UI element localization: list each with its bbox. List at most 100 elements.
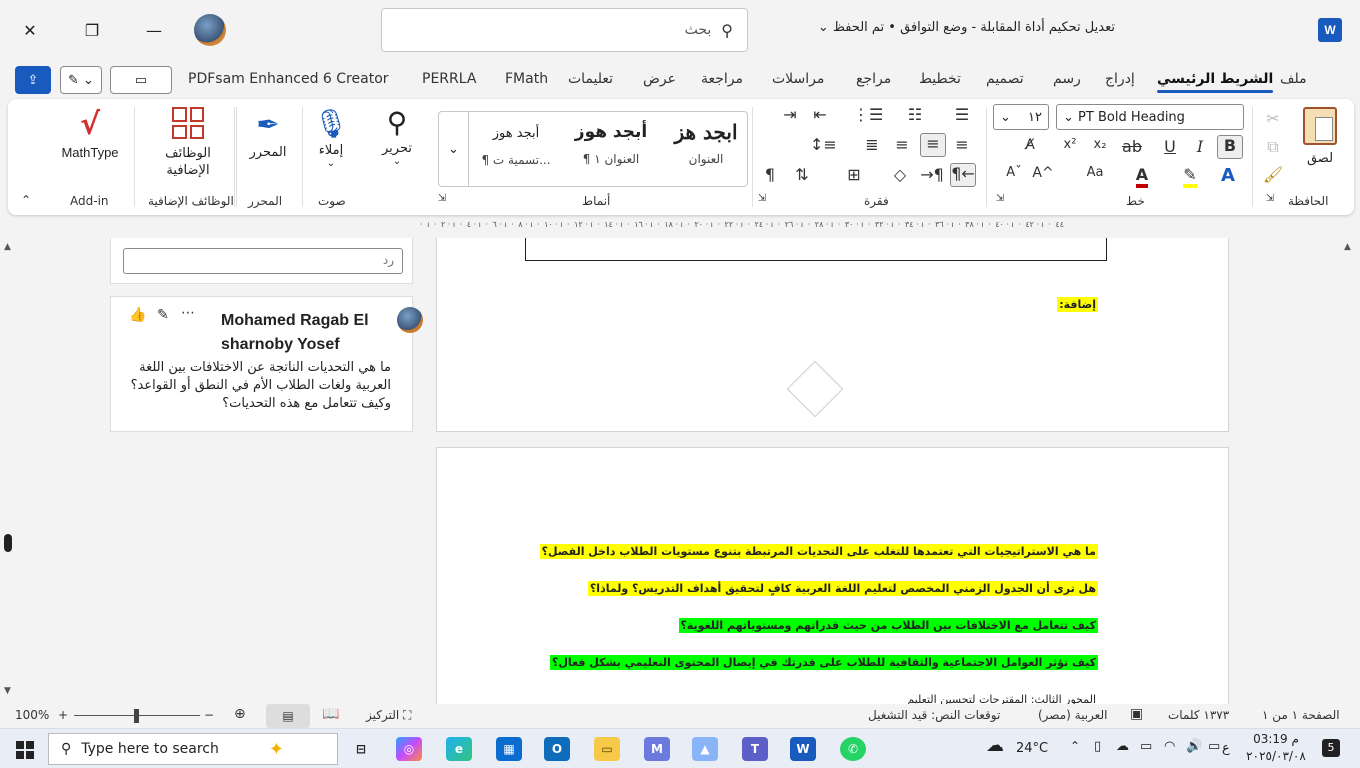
style-title[interactable]: ابجد هز العنوان (667, 120, 745, 166)
tab-layout[interactable]: تخطيط (919, 71, 961, 87)
focus-mode-button[interactable]: التركيز ⛶ (366, 708, 411, 723)
table-cell[interactable] (525, 238, 1107, 261)
scroll-up-icon[interactable]: ▲ (1344, 242, 1351, 252)
word-count[interactable]: ١٣٧٣ كلمات (1168, 708, 1229, 722)
line-spacing-icon[interactable]: ↕≡ (810, 135, 837, 154)
styles-gallery[interactable]: ابجد هز العنوان أبجد هوز ¶ العنوان ١ أبج… (438, 111, 748, 187)
question-1[interactable]: ما هي الاستراتيجيات التي تعتمدها للتغلب … (539, 544, 1098, 559)
bullets-icon[interactable]: ☰ (950, 105, 974, 124)
more-options-icon[interactable]: ⋯ (181, 305, 195, 321)
zoom-out-icon[interactable]: − (204, 708, 214, 722)
language-indicator[interactable]: العربية (مصر) (1038, 708, 1107, 722)
teams-icon[interactable]: T (742, 737, 768, 761)
bold-button[interactable]: B (1217, 135, 1243, 159)
borders-icon[interactable]: ⊞ (842, 165, 866, 184)
editing-button[interactable]: ⚲ تحرير ⌄ (372, 105, 422, 167)
question-2[interactable]: هل ترى أن الجدول الزمني المخصص لتعليم ال… (587, 581, 1098, 596)
wifi-icon[interactable]: ◠ (1164, 739, 1175, 754)
taskbar-search[interactable]: ⚲ Type here to search ✦ (48, 733, 338, 765)
dialog-launcher-icon[interactable]: ⇲ (750, 193, 774, 204)
show-formatting-icon[interactable]: ¶ (758, 165, 782, 184)
addition-heading[interactable]: إضافة: (1057, 297, 1098, 312)
grow-font-button[interactable]: A^ (1031, 165, 1055, 181)
tab-review[interactable]: مراجعة (701, 71, 743, 87)
decrease-indent-icon[interactable]: ⇤ (808, 105, 832, 124)
print-layout-icon[interactable]: ▤ (266, 704, 310, 728)
tab-references[interactable]: مراجع (856, 71, 891, 87)
tab-mailings[interactable]: مراسلات (772, 71, 824, 87)
align-left-icon[interactable]: ≡ (890, 135, 914, 154)
app-icon-2[interactable]: ▲ (692, 737, 718, 761)
change-case-button[interactable]: Aa (1083, 165, 1107, 180)
reply-input[interactable]: رد (123, 248, 403, 274)
notifications-badge[interactable]: 5 (1322, 739, 1340, 757)
align-center-icon[interactable]: ≡ (920, 133, 946, 157)
tab-perrla[interactable]: PERRLA (422, 71, 476, 87)
task-view-icon[interactable]: ⊟ (348, 737, 374, 761)
strikethrough-button[interactable]: ab (1120, 137, 1144, 156)
shading-icon[interactable]: ◇ (888, 165, 912, 184)
page-count[interactable]: الصفحة ١ من ١ (1262, 708, 1340, 722)
italic-button[interactable]: I (1188, 137, 1212, 156)
battery-icon[interactable]: ▭ (1208, 739, 1220, 754)
font-name-combo[interactable]: ⌄ PT Bold Heading (1056, 104, 1244, 130)
section-heading[interactable]: المحور الثالث: المقترحات لتحسين التعليم (905, 692, 1098, 704)
temperature[interactable]: 24°C (1016, 741, 1048, 756)
style-caption[interactable]: أبجد هوز ¶ تسمية ت... (473, 126, 559, 167)
store-icon[interactable]: ▦ (496, 737, 522, 761)
question-3[interactable]: كيف تتعامل مع الاختلافات بين الطلاب من ح… (678, 618, 1098, 633)
cut-icon[interactable]: ✂ (1261, 109, 1285, 128)
ltr-direction-icon[interactable]: →¶ (920, 165, 944, 184)
subscript-button[interactable]: x₂ (1088, 137, 1112, 152)
format-painter-icon[interactable]: 🖌 (1261, 165, 1285, 184)
document-title[interactable]: تعديل تحكيم أداة المقابلة - وضع التوافق … (760, 20, 1115, 42)
editor-button[interactable]: ✒ المحرر (242, 105, 294, 160)
highlight-color-icon[interactable]: ✎ (1178, 165, 1202, 188)
zoom-slider-thumb[interactable] (134, 709, 139, 723)
dialog-launcher-icon[interactable]: ⇲ (430, 193, 454, 204)
increase-indent-icon[interactable]: ⇥ (778, 105, 802, 124)
dialog-launcher-icon[interactable]: ⇲ (1258, 193, 1282, 204)
restore-icon[interactable]: ❐ (76, 14, 108, 46)
align-right-icon[interactable]: ≡ (950, 135, 974, 154)
tab-home[interactable]: الشريط الرئيسي (1157, 71, 1274, 93)
clear-formatting-icon[interactable]: A̸ (1018, 137, 1042, 153)
tab-pdfsam[interactable]: PDFsam Enhanced 6 Creator (188, 71, 389, 87)
page-2[interactable]: ما هي الاستراتيجيات التي تعتمدها للتغلب … (436, 447, 1229, 704)
tray-icon-2[interactable]: ▭ (1140, 739, 1152, 754)
styles-more-icon[interactable]: ⌄ (439, 112, 469, 186)
sort-icon[interactable]: ⇅ (790, 165, 814, 184)
ruler[interactable]: · ı · ٢ · ı · ٤ · ı · ٦ · ı · ٨ · ı · ١٠… (420, 220, 1240, 234)
question-4[interactable]: كيف تؤثر العوامل الاجتماعية والثقافية لل… (549, 655, 1098, 670)
proofing-icon[interactable]: ▣ (1130, 706, 1143, 722)
word-taskbar-icon[interactable]: W (790, 737, 816, 761)
font-size-combo[interactable]: ⌄ ١٢ (993, 104, 1049, 130)
numbering-icon[interactable]: ☷ (903, 105, 927, 124)
weather-icon[interactable]: ☁ (986, 735, 1004, 756)
superscript-button[interactable]: x² (1058, 137, 1082, 152)
clock[interactable]: 03:19 م ٢٠٢٥/٠٣/٠٨ (1246, 731, 1306, 765)
scroll-down-icon[interactable]: ▼ (4, 686, 11, 696)
minimize-icon[interactable]: — (138, 14, 170, 46)
page-1[interactable]: إضافة: (436, 238, 1229, 432)
volume-icon[interactable]: 🔊 (1186, 739, 1202, 754)
font-color-icon[interactable]: A (1130, 165, 1154, 188)
shrink-font-button[interactable]: Aˇ (1002, 165, 1026, 180)
input-language[interactable]: ع (1222, 741, 1230, 756)
outlook-icon[interactable]: O (544, 737, 570, 761)
windows-start-icon[interactable] (16, 741, 34, 759)
scroll-up-icon[interactable]: ▲ (4, 242, 11, 252)
dialog-launcher-icon[interactable]: ⇲ (988, 193, 1012, 204)
tab-draw[interactable]: رسم (1053, 71, 1081, 87)
copilot-icon[interactable]: ◎ (396, 737, 422, 761)
vertical-scrollbar-thumb[interactable] (4, 534, 12, 552)
tab-file[interactable]: ملف (1280, 71, 1307, 87)
onedrive-icon[interactable]: ☁ (1116, 739, 1129, 754)
file-explorer-icon[interactable]: ▭ (594, 737, 620, 761)
search-box[interactable]: بحث ⚲ (381, 8, 748, 52)
zoom-in-icon[interactable]: + (58, 708, 68, 722)
tab-design[interactable]: تصميم (986, 71, 1024, 87)
justify-icon[interactable]: ≣ (860, 135, 884, 154)
tab-view[interactable]: عرض (643, 71, 676, 87)
text-predictions[interactable]: توقعات النص: قيد التشغيل (868, 708, 1000, 722)
